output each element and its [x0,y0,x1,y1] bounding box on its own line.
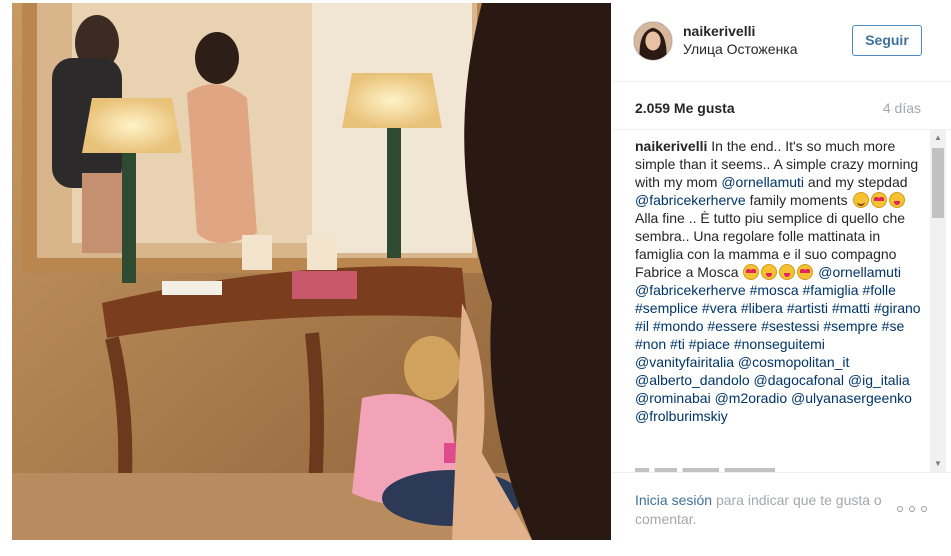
post-footer: Inicia sesión para indicar que te gusta … [612,472,951,556]
scroll-down-arrow-icon[interactable]: ▼ [930,456,946,472]
follow-button[interactable]: Seguir [852,25,922,56]
caption-text-2: and my stepdad [807,174,908,190]
comments-scrollbar[interactable]: ▲ ▼ [930,130,946,472]
post-photo[interactable] [12,3,611,540]
tongue-emoji-icon [761,264,778,280]
avatar[interactable] [633,21,673,61]
more-dot [897,506,903,512]
scroll-up-arrow-icon[interactable]: ▲ [930,130,946,146]
post-location[interactable]: Улица Остоженка [683,41,798,57]
instagram-post-modal: naikerivelli Улица Остоженка Seguir 2.05… [0,0,951,556]
heart-eyes-emoji-icon [743,264,760,280]
heart-eyes-emoji-icon [870,192,887,208]
more-dot [921,506,927,512]
caption-text-3: family moments [749,192,848,208]
photo-illustration [12,3,611,540]
scrollbar-thumb[interactable] [932,148,944,218]
post-timestamp[interactable]: 4 días [883,100,921,116]
mention-link[interactable]: @ornellamuti [818,264,901,280]
smile-emoji-icon [852,192,869,208]
likes-count[interactable]: 2.059 Me gusta [635,100,735,116]
comments-section: naikerivelli In the end.. It's so much m… [612,130,951,472]
hashtags-and-mentions[interactable]: @fabricekerherve #mosca #famiglia #folle… [635,282,921,424]
tongue-emoji-icon [888,192,905,208]
more-options-icon[interactable] [897,503,927,515]
more-dot [909,506,915,512]
post-caption: naikerivelli In the end.. It's so much m… [635,137,925,425]
likes-row: 2.059 Me gusta 4 días [612,82,951,130]
tongue-emoji-icon [779,264,796,280]
heart-eyes-emoji-icon [797,264,814,280]
login-prompt: Inicia sesión para indicar que te gusta … [635,491,900,529]
post-header: naikerivelli Улица Остоженка Seguir [612,0,951,82]
post-username[interactable]: naikerivelli [683,23,755,39]
mention-link[interactable]: @ornellamuti [721,174,804,190]
post-details-panel: naikerivelli Улица Остоженка Seguir 2.05… [612,0,951,556]
caption-username[interactable]: naikerivelli [635,138,707,154]
mention-link[interactable]: @fabricekerherve [635,192,746,208]
avatar-image [634,22,672,60]
login-link[interactable]: Inicia sesión [635,492,712,508]
